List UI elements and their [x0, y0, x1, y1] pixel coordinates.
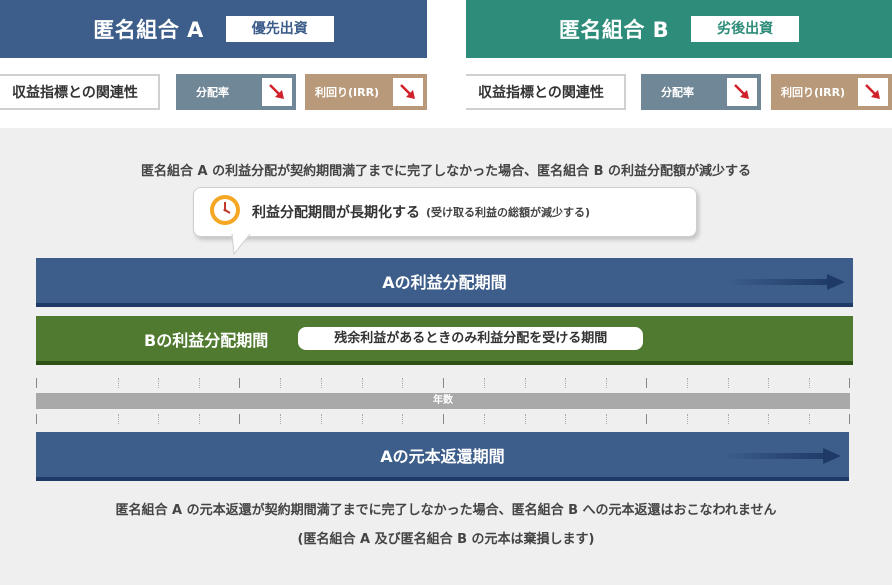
- indicator-b-irr: 利回り(IRR): [771, 74, 892, 110]
- bar-b-profit-period: Bの利益分配期間 残余利益があるときのみ利益分配を受ける期間: [36, 316, 853, 365]
- indicator-a-label: 収益指標との関連性: [0, 74, 160, 110]
- bar-a-label: Aの利益分配期間: [382, 272, 507, 292]
- header-a-title: 匿名組合 A: [93, 18, 204, 42]
- bar-a-profit-period: Aの利益分配期間: [36, 258, 853, 307]
- indicator-a-irr: 利回り(IRR): [305, 74, 427, 110]
- arrow-right-icon: [723, 448, 841, 464]
- down-arrow-icon: [727, 78, 757, 106]
- indicator-b-distribution-rate: 分配率: [641, 74, 761, 110]
- note-top: 匿名組合 A の利益分配が契約期間満了までに完了しなかった場合、匿名組合 B の…: [140, 164, 752, 179]
- chip-label: 分配率: [661, 86, 694, 99]
- bubble-tail: [231, 234, 251, 256]
- header-b-badge: 劣後出資: [691, 16, 800, 42]
- axis-ticks-bottom: [36, 414, 850, 424]
- header-b: 匿名組合 B 劣後出資: [466, 0, 892, 58]
- bubble-sub-text: (受け取る利益の総額が減少する): [426, 206, 591, 219]
- down-arrow-icon: [858, 78, 888, 106]
- chip-label: 利回り(IRR): [315, 86, 380, 99]
- note-bottom-2: (匿名組合 A 及び匿名組合 B の元本は棄損します): [297, 532, 595, 547]
- axis-year-bar: 年数: [36, 393, 850, 409]
- bar-b-label: Bの利益分配期間: [144, 330, 269, 350]
- indicator-b-label: 収益指標との関連性: [466, 74, 626, 110]
- header-a-badge: 優先出資: [225, 16, 334, 42]
- bar-c-label: Aの元本返還期間: [380, 446, 505, 466]
- note-bottom-1: 匿名組合 A の元本返還が契約期間満了までに完了しなかった場合、匿名組合 B へ…: [115, 503, 777, 518]
- bar-c-principal-return-period: Aの元本返還期間: [36, 432, 849, 481]
- down-arrow-icon: [262, 78, 292, 106]
- clock-icon: [208, 193, 242, 231]
- chip-label: 分配率: [196, 86, 229, 99]
- header-b-title: 匿名組合 B: [558, 18, 670, 42]
- speech-bubble: 利益分配期間が長期化する (受け取る利益の総額が減少する): [193, 187, 697, 237]
- axis-ticks-top: [36, 378, 850, 388]
- indicator-a-distribution-rate: 分配率: [176, 74, 296, 110]
- chip-label: 利回り(IRR): [781, 86, 846, 99]
- arrow-right-icon: [727, 274, 845, 290]
- bubble-main-text: 利益分配期間が長期化する: [252, 205, 420, 221]
- down-arrow-icon: [393, 78, 423, 106]
- bar-b-pill: 残余利益があるときのみ利益分配を受ける期間: [298, 327, 644, 350]
- header-a: 匿名組合 A 優先出資: [0, 0, 427, 58]
